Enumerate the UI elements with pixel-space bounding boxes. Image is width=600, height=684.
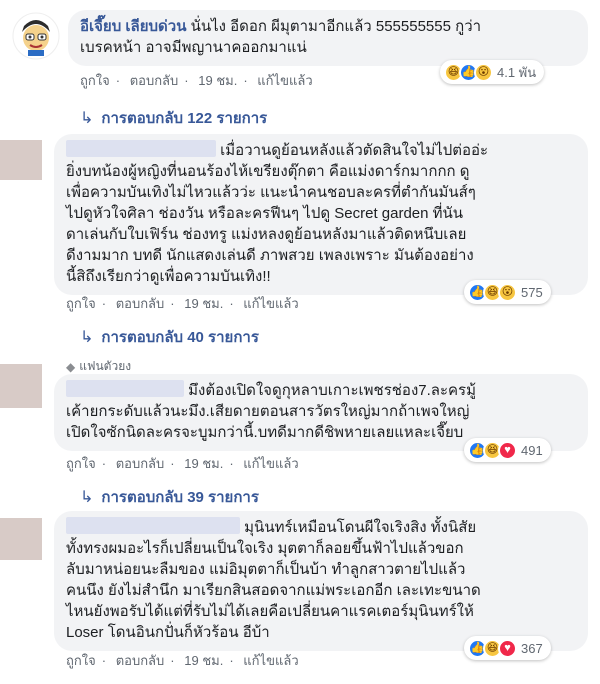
comment-text-line: Loser โดนอินกปั่นก็หัวร้อน อีบ้า xyxy=(66,624,270,641)
like-link[interactable]: ถูกใจ xyxy=(66,653,96,668)
comment-bubble: อีเจี๊ยบ เลียบด่วน นั่นไง อีดอก ผีมุตามา… xyxy=(68,10,588,66)
comment-text-line: ลับมาหน่อยนะลืมของ แม่อิมุตตาก็เป็นบ้า ท… xyxy=(66,561,466,578)
timestamp[interactable]: 19 ชม. xyxy=(184,456,223,471)
comment-text-line: ทั้งทรงผมอะไรก็เปลี่ยนเป็นใจเริง มุตตาก็… xyxy=(66,540,464,557)
diamond-icon: ◆ xyxy=(66,359,76,374)
timestamp[interactable]: 19 ชม. xyxy=(184,653,223,668)
like-link[interactable]: ถูกใจ xyxy=(66,456,96,471)
view-replies-label: การตอบกลับ 40 รายการ xyxy=(101,329,259,346)
like-link[interactable]: ถูกใจ xyxy=(80,73,110,88)
comment-actions: ถูกใจ · ตอบกลับ · 19 ชม. · แก้ไขแล้ว xyxy=(66,456,299,471)
comment-text-line: เพื่อความบันเทิงไม่ไหวแล้วว่ะ แนะนำคนชอบ… xyxy=(66,184,476,201)
reaction-count: 491 xyxy=(521,442,543,458)
reply-link[interactable]: ตอบกลับ xyxy=(130,73,179,88)
comment-text-line: คนนึง ยังไม่สำนึก มาเรียกสินสอดจากแม่พระ… xyxy=(66,582,481,599)
redacted-author xyxy=(66,517,240,534)
comment-actions: ถูกใจ · ตอบกลับ · 19 ชม. · แก้ไขแล้ว xyxy=(66,296,299,311)
wow-icon: 😮 xyxy=(474,62,493,82)
edited-label[interactable]: แก้ไขแล้ว xyxy=(243,296,298,311)
avatar[interactable] xyxy=(12,12,60,60)
view-replies-label: การตอบกลับ 39 รายการ xyxy=(101,489,259,506)
reply-arrow-icon: ↳ xyxy=(80,489,94,506)
comment-actions: ถูกใจ · ตอบกลับ · 19 ชม. · แก้ไขแล้ว xyxy=(80,73,313,88)
comment-bubble: เมื่อวานดูย้อนหลังแล้วตัดสินใจไม่ไปต่ออ่… xyxy=(54,134,588,295)
like-link[interactable]: ถูกใจ xyxy=(66,296,96,311)
reaction-summary[interactable]: 😆 👍 😮 4.1 พัน xyxy=(440,60,545,84)
comment-text-line: เบรคหน้า อาจมีพญานาคออกมาแน่ xyxy=(80,39,307,56)
view-replies-link[interactable]: ↳ การตอบกลับ 122 รายการ xyxy=(80,106,267,130)
avatar[interactable] xyxy=(0,518,42,560)
comment-text-line: เค้ายกระดับแล้วนะมึง.เสียดายตอนสารวัตรให… xyxy=(66,403,470,420)
reaction-count: 575 xyxy=(521,284,543,300)
edited-label[interactable]: แก้ไขแล้ว xyxy=(257,73,312,88)
comment-text-line: เปิดใจซักนิดละครจะบูมกว่านี้.บทดีมากดีชิ… xyxy=(66,424,464,441)
comment-text-line: เมื่อวานดูย้อนหลังแล้วตัดสินใจไม่ไปต่ออ่… xyxy=(220,142,489,159)
edited-label[interactable]: แก้ไขแล้ว xyxy=(243,653,298,668)
timestamp[interactable]: 19 ชม. xyxy=(198,73,237,88)
comment-text-line: ดาเล่นกับใบเฟิร์น ช่องทรู แม่งหลงดูย้อนห… xyxy=(66,226,467,243)
comment-text-line: ยิ่งบทน้องผู้หญิงที่นอนร้องไห้เขรียงตุ๊ก… xyxy=(66,163,470,180)
redacted-author xyxy=(66,140,216,157)
reaction-summary[interactable]: 👍 😆 😮 575 xyxy=(464,280,551,304)
love-icon: ♥ xyxy=(498,638,517,658)
comment-text-line: นั่นไง อีดอก ผีมุตามาอีกแล้ว 555555555 ก… xyxy=(190,18,482,35)
avatar[interactable] xyxy=(0,140,42,180)
view-replies-link[interactable]: ↳ การตอบกลับ 39 รายการ xyxy=(80,485,259,509)
comment-text-line: มึงต้องเปิดใจดูกุหลาบเกาะเพชรช่อง7.ละครม… xyxy=(188,382,476,399)
cartoon-avatar-icon xyxy=(12,12,60,60)
comment-text-line: ไปดูหัวใจศิลา ช่องวัน หรือละครฟีนๆ ไปดู … xyxy=(66,205,464,222)
reaction-count: 4.1 พัน xyxy=(497,64,537,80)
love-icon: ♥ xyxy=(498,440,517,460)
reply-link[interactable]: ตอบกลับ xyxy=(116,296,165,311)
reaction-summary[interactable]: 👍 😆 ♥ 491 xyxy=(464,438,551,462)
comment-text-line: มุนินทร์เหมือนโดนผีใจเริงสิง ทั้งนิสัย xyxy=(244,519,477,536)
comment-text-line: ดีงามมาก บทดี นักแสดงเล่นดี ภาพสวย เพลงเ… xyxy=(66,247,474,264)
comment-text-line: นี้สิถึงเรียกว่าดูเพื่อความบันเทิง!! xyxy=(66,268,271,285)
reply-arrow-icon: ↳ xyxy=(80,110,94,127)
reaction-count: 367 xyxy=(521,640,543,656)
view-replies-label: การตอบกลับ 122 รายการ xyxy=(101,110,268,127)
reply-arrow-icon: ↳ xyxy=(80,329,94,346)
edited-label[interactable]: แก้ไขแล้ว xyxy=(243,456,298,471)
avatar[interactable] xyxy=(0,364,42,408)
comment-text-line: ไหนยังพอรับได้แต่ที่รับไม่ได้เลยคือเปลี่… xyxy=(66,603,474,620)
view-replies-link[interactable]: ↳ การตอบกลับ 40 รายการ xyxy=(80,325,259,349)
wow-icon: 😮 xyxy=(498,282,517,302)
reply-link[interactable]: ตอบกลับ xyxy=(116,456,165,471)
timestamp[interactable]: 19 ชม. xyxy=(184,296,223,311)
comment-actions: ถูกใจ · ตอบกลับ · 19 ชม. · แก้ไขแล้ว xyxy=(66,653,299,668)
comment-bubble: มุนินทร์เหมือนโดนผีใจเริงสิง ทั้งนิสัย ท… xyxy=(54,511,588,651)
redacted-author xyxy=(66,380,184,397)
reply-link[interactable]: ตอบกลับ xyxy=(116,653,165,668)
reaction-summary[interactable]: 👍 😆 ♥ 367 xyxy=(464,636,551,660)
comment-author[interactable]: อีเจี๊ยบ เลียบด่วน xyxy=(80,18,186,35)
